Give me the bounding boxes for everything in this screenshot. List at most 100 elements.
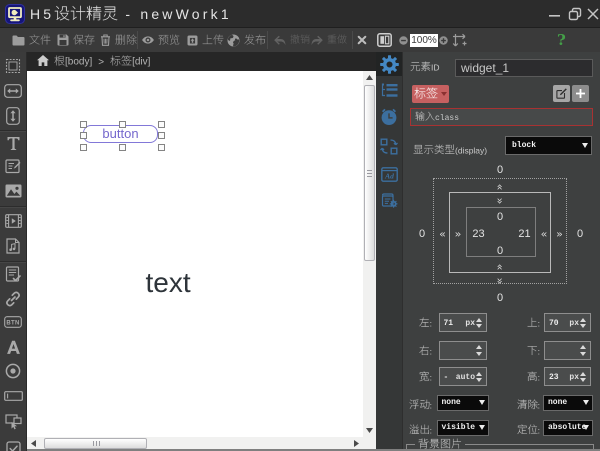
stepper-up-arrow[interactable] [580, 318, 586, 322]
field-unit-5: px [569, 373, 579, 382]
padding-top-stepper[interactable]: » [494, 197, 507, 204]
display-select[interactable]: block [505, 136, 592, 155]
selection-handle[interactable] [158, 144, 165, 151]
stepper-up-arrow[interactable] [580, 345, 586, 349]
toolbar-separator [137, 31, 138, 49]
toolbar-button-preview[interactable] [142, 28, 180, 52]
plus-icon [575, 88, 586, 99]
field-input-5[interactable]: 23px [544, 367, 591, 386]
padding-left-stepper[interactable]: » [455, 227, 462, 240]
close-button[interactable] [585, 6, 600, 22]
field-select-7[interactable]: none [543, 395, 593, 411]
add-class-button[interactable] [572, 85, 589, 102]
tool-window[interactable] [0, 411, 26, 433]
save-icon [57, 34, 69, 46]
tool-checkbox[interactable] [0, 437, 26, 451]
padding-bottom-stepper[interactable]: « [494, 264, 507, 271]
margin-top-stepper[interactable]: « [494, 183, 507, 190]
toolbar-button-delete[interactable] [100, 28, 137, 52]
box-model-editor: 0000002321«»«»«»«» [403, 162, 600, 307]
toolbar-button-redo[interactable] [311, 28, 347, 52]
margin-left-stepper[interactable]: « [439, 227, 446, 240]
selection-handle[interactable] [158, 132, 165, 139]
selection-handle[interactable] [119, 144, 126, 151]
toolbar-button-file[interactable] [12, 28, 51, 52]
tool-list[interactable] [0, 263, 26, 285]
zoom-in-button[interactable] [439, 28, 448, 52]
canvas-resize-button[interactable] [452, 28, 468, 52]
tool-form[interactable] [0, 155, 26, 177]
help-button[interactable]: ? [557, 31, 566, 49]
tab-transition[interactable] [376, 134, 402, 158]
tool-width[interactable] [0, 80, 26, 102]
tool-font[interactable] [0, 336, 26, 358]
window-title: H5 - newWork1 [30, 3, 232, 26]
toolbar-button-close-edit[interactable] [357, 28, 367, 52]
tool-height[interactable] [0, 105, 26, 127]
design-canvas[interactable]: button text [27, 71, 363, 437]
scroll-left-arrow[interactable] [31, 440, 36, 447]
tool-input[interactable] [0, 385, 26, 407]
class-input[interactable]: class [410, 108, 593, 126]
margin-bottom-stepper[interactable]: » [494, 278, 507, 285]
field-select-9[interactable]: absolute [543, 420, 593, 436]
zoom-value[interactable]: 100% [410, 34, 438, 47]
tab-tree[interactable] [376, 78, 402, 102]
padding-right-stepper[interactable]: « [541, 227, 548, 240]
vertical-scrollbar[interactable] [363, 71, 376, 437]
scroll-up-arrow[interactable] [366, 75, 373, 80]
stepper-down-arrow[interactable] [580, 378, 586, 382]
tool-button[interactable]: BTN [0, 311, 26, 333]
canvas-text-widget[interactable]: text [146, 267, 191, 299]
field-input-1[interactable]: 70px [544, 313, 591, 332]
selection-handle[interactable] [119, 121, 126, 128]
minimize-button[interactable] [547, 6, 563, 22]
toolbar-button-undo[interactable] [274, 28, 310, 52]
toolbar-button-device[interactable] [377, 28, 392, 52]
field-stepper-1[interactable] [579, 314, 589, 331]
tab-widgets[interactable]: Ad [376, 162, 402, 186]
tool-audio[interactable] [0, 235, 26, 257]
tool-link[interactable] [0, 288, 26, 310]
horizontal-scroll-thumb[interactable] [44, 438, 147, 449]
stepper-up-arrow[interactable] [580, 372, 586, 376]
tool-radio[interactable] [0, 360, 26, 382]
chevron-down-icon [583, 400, 589, 405]
stepper-down-arrow[interactable] [580, 324, 586, 328]
selection-handle[interactable] [80, 144, 87, 151]
zoom-out-button[interactable] [399, 28, 408, 52]
selection-handle[interactable] [80, 132, 87, 139]
scroll-down-arrow[interactable] [366, 428, 373, 433]
scroll-right-arrow[interactable] [354, 440, 359, 447]
display-label: (display) [413, 144, 487, 156]
tool-container[interactable] [0, 55, 26, 77]
tool-text[interactable] [0, 132, 26, 154]
thumb-grip [93, 441, 94, 446]
canvas-button-widget[interactable]: button [83, 125, 158, 143]
tool-video[interactable] [0, 210, 26, 232]
toolbar-button-publish[interactable] [227, 28, 266, 52]
breadcrumb-current[interactable]: [div] [110, 55, 150, 68]
field-label-1: : [403, 317, 540, 329]
selection-handle[interactable] [158, 121, 165, 128]
tag-dropdown-button[interactable] [412, 85, 449, 103]
field-input-3[interactable] [544, 341, 591, 360]
eye-icon [142, 36, 154, 44]
field-stepper-5[interactable] [579, 368, 589, 385]
stepper-down-arrow[interactable] [580, 352, 586, 356]
toolbar-button-save[interactable] [57, 28, 95, 52]
field-stepper-3[interactable] [579, 342, 589, 359]
tab-page[interactable] [376, 188, 402, 212]
tab-settings[interactable] [376, 52, 402, 76]
vertical-scroll-thumb[interactable] [364, 85, 375, 261]
margin-right-stepper[interactable]: » [556, 227, 563, 240]
tool-image[interactable] [0, 180, 26, 202]
tab-animation[interactable] [376, 105, 402, 129]
selection-handle[interactable] [80, 121, 87, 128]
edit-class-button[interactable] [553, 85, 570, 102]
breadcrumb-root[interactable]: [body] [54, 55, 92, 68]
home-icon[interactable] [37, 55, 49, 69]
restore-button[interactable] [567, 6, 583, 22]
toolbar-button-upload[interactable] [187, 28, 224, 52]
element-id-input[interactable]: widget_1 [455, 59, 593, 77]
